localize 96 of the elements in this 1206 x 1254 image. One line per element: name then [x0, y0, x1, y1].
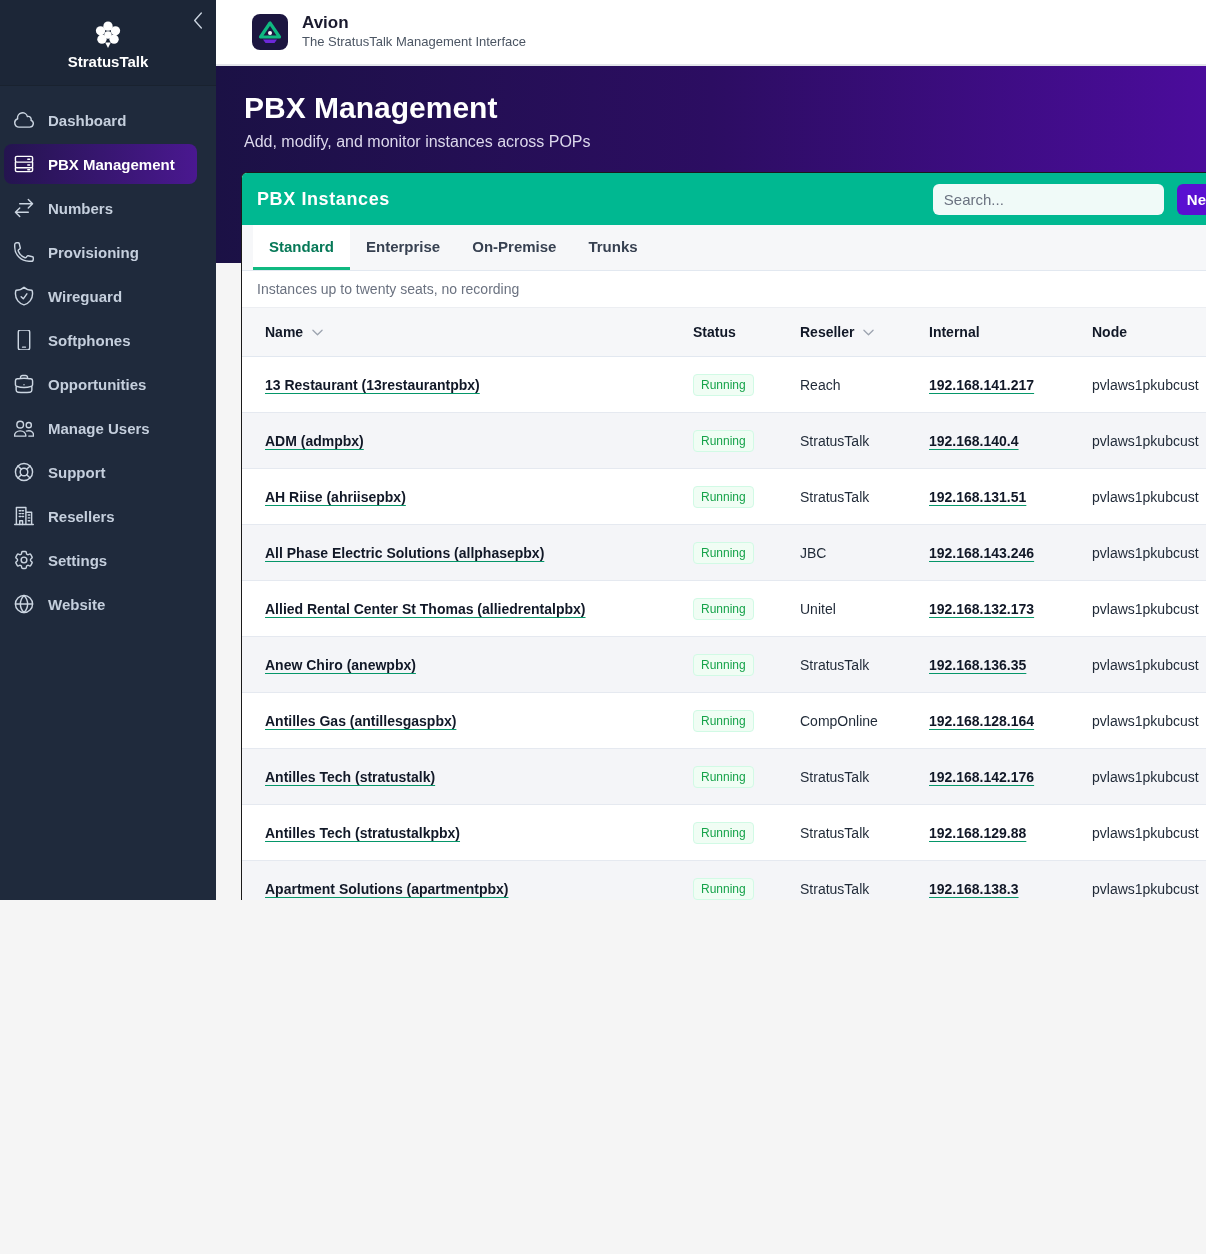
column-header: Reseller: [800, 324, 855, 340]
status-badge: Running: [693, 653, 754, 676]
chevron-down-icon[interactable]: [312, 328, 324, 336]
ip-link[interactable]: 192.168.141.217: [929, 376, 1035, 393]
cloud-icon: [14, 110, 34, 130]
status-badge: Running: [693, 485, 754, 508]
node-cell: pvlaws1pkubcust: [1092, 376, 1199, 393]
node-cell: pvlaws1pkubcust: [1092, 656, 1199, 673]
instance-link[interactable]: All Phase Electric Solutions (allphasepbx): [265, 544, 545, 561]
column-header: Status: [693, 324, 736, 340]
reseller-cell: CompOnline: [800, 712, 878, 729]
phone-icon: [14, 242, 34, 262]
shield-check-icon: [14, 286, 34, 306]
new-button[interactable]: Ne: [1176, 183, 1206, 215]
reseller-cell: StratusTalk: [800, 488, 870, 505]
reseller-cell: StratusTalk: [800, 656, 870, 673]
building-icon: [14, 506, 34, 526]
ip-link[interactable]: 192.168.138.3: [929, 880, 1019, 897]
chevron-down-icon[interactable]: [863, 328, 875, 336]
node-cell: pvlaws1pkubcust: [1092, 432, 1199, 449]
column-header: Name: [265, 324, 304, 340]
status-badge: Running: [693, 597, 754, 620]
briefcase-icon: [14, 374, 34, 394]
node-cell: pvlaws1pkubcust: [1092, 488, 1199, 505]
instance-link[interactable]: Allied Rental Center St Thomas (alliedrentalpbx): [265, 600, 586, 617]
status-badge: Running: [693, 541, 754, 564]
app-name: Avion: [302, 13, 349, 33]
instance-link[interactable]: Antilles Gas (antillesgaspbx): [265, 712, 457, 729]
reseller-cell: StratusTalk: [800, 432, 870, 449]
instance-link[interactable]: AH Riise (ahriisepbx): [265, 488, 406, 505]
column-header: Internal: [929, 324, 980, 340]
reseller-cell: StratusTalk: [800, 880, 870, 897]
reseller-cell: JBC: [800, 544, 827, 561]
tab[interactable]: On-Premise: [456, 225, 573, 270]
status-badge: Running: [693, 709, 754, 732]
status-badge: Running: [693, 877, 754, 900]
ip-link[interactable]: 192.168.129.88: [929, 824, 1027, 841]
nav-item[interactable]: Opportunities: [4, 364, 197, 404]
users-icon: [14, 418, 34, 438]
column-header: Node: [1092, 324, 1127, 340]
tab[interactable]: Trunks: [572, 225, 654, 270]
instance-link[interactable]: Anew Chiro (anewpbx): [265, 656, 416, 673]
house-logo-icon: [252, 14, 288, 50]
node-cell: pvlaws1pkubcust: [1092, 768, 1199, 785]
chevron-left-icon[interactable]: [193, 12, 203, 29]
node-cell: pvlaws1pkubcust: [1092, 712, 1199, 729]
reseller-cell: Reach: [800, 376, 841, 393]
lifebuoy-icon: [14, 462, 34, 482]
ip-link[interactable]: 192.168.132.173: [929, 600, 1035, 617]
instance-link[interactable]: Apartment Solutions (apartmentpbx): [265, 880, 509, 897]
tab[interactable]: Standard: [253, 225, 350, 270]
node-cell: pvlaws1pkubcust: [1092, 544, 1199, 561]
ip-link[interactable]: 192.168.128.164: [929, 712, 1035, 729]
nav-item[interactable]: Softphones: [4, 320, 197, 360]
page-title: PBX Management: [244, 90, 498, 126]
tab-description: Instances up to twenty seats, no recording: [257, 281, 520, 297]
ip-link[interactable]: 192.168.131.51: [929, 488, 1027, 505]
nav-item[interactable]: Numbers: [4, 188, 197, 228]
search-field[interactable]: Search...: [932, 183, 1164, 215]
tab[interactable]: Enterprise: [350, 225, 457, 270]
instance-link[interactable]: ADM (admpbx): [265, 432, 364, 449]
node-cell: pvlaws1pkubcust: [1092, 824, 1199, 841]
ip-link[interactable]: 192.168.143.246: [929, 544, 1035, 561]
nav-item[interactable]: Provisioning: [4, 232, 197, 272]
nav-item[interactable]: Resellers: [4, 496, 197, 536]
node-cell: pvlaws1pkubcust: [1092, 880, 1199, 897]
app-tagline: The StratusTalk Management Interface: [302, 33, 526, 51]
server-icon: [14, 154, 34, 174]
brand-name: StratusTalk: [67, 53, 149, 71]
flower-logo-icon: [94, 21, 122, 49]
settings-icon: [14, 550, 34, 570]
instance-link[interactable]: 13 Restaurant (13restaurantpbx): [265, 376, 480, 393]
page-subtitle: Add, modify, and monitor instances across POPs: [244, 132, 591, 152]
nav-item[interactable]: PBX Management: [4, 144, 197, 184]
globe-icon: [14, 594, 34, 614]
status-badge: Running: [693, 821, 754, 844]
nav-item[interactable]: Dashboard: [4, 100, 197, 140]
instance-link[interactable]: Antilles Tech (stratustalkpbx): [265, 824, 460, 841]
nav-item[interactable]: Manage Users: [4, 408, 197, 448]
status-badge: Running: [693, 765, 754, 788]
nav-item[interactable]: Settings: [4, 540, 197, 580]
card-title: PBX Instances: [257, 188, 390, 210]
ip-link[interactable]: 192.168.136.35: [929, 656, 1027, 673]
nav-item[interactable]: Wireguard: [4, 276, 197, 316]
nav-item[interactable]: Website: [4, 584, 197, 624]
reseller-cell: StratusTalk: [800, 824, 870, 841]
ip-link[interactable]: 192.168.142.176: [929, 768, 1035, 785]
reseller-cell: Unitel: [800, 600, 836, 617]
status-badge: Running: [693, 373, 754, 396]
arrows-icon: [14, 198, 34, 218]
node-cell: pvlaws1pkubcust: [1092, 600, 1199, 617]
reseller-cell: StratusTalk: [800, 768, 870, 785]
nav-item[interactable]: Support: [4, 452, 197, 492]
instance-link[interactable]: Antilles Tech (stratustalk): [265, 768, 436, 785]
status-badge: Running: [693, 429, 754, 452]
ip-link[interactable]: 192.168.140.4: [929, 432, 1019, 449]
